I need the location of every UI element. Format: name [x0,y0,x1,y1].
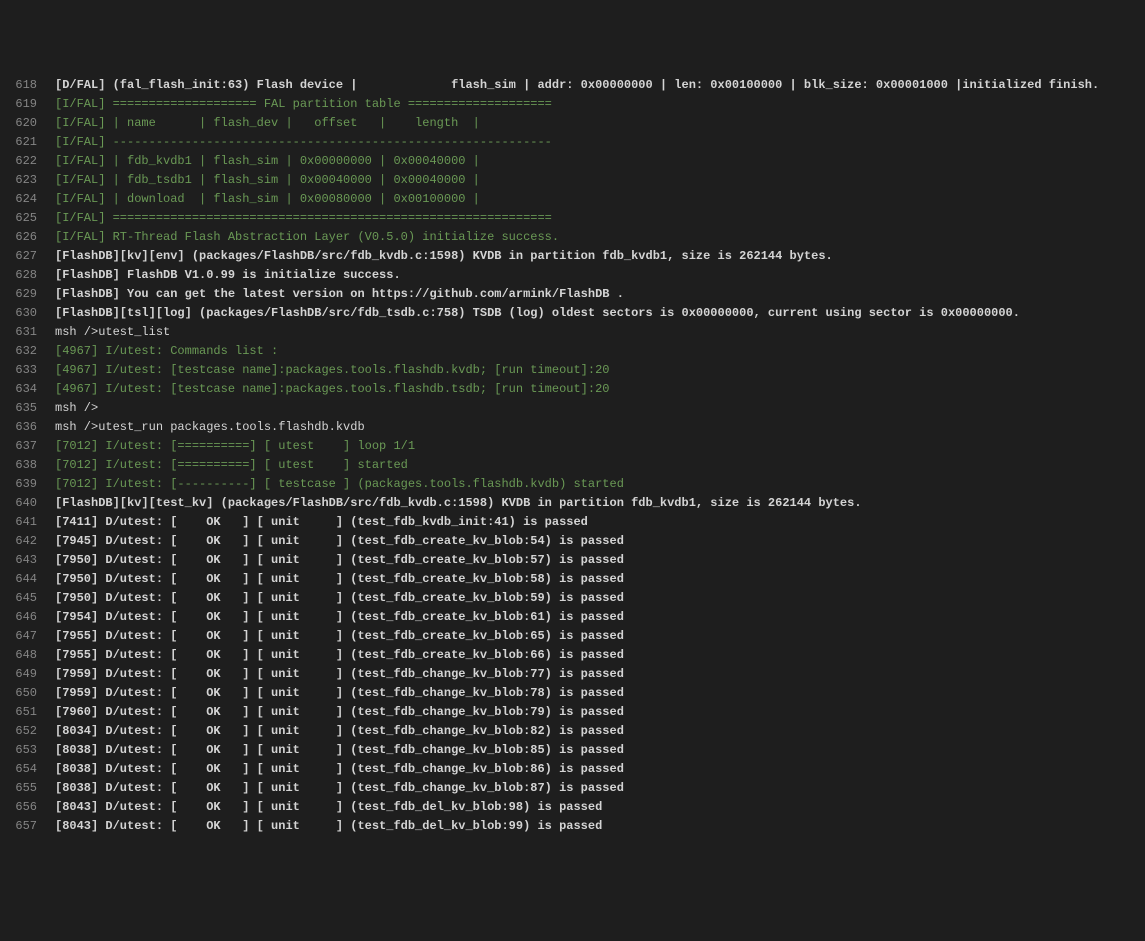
line-number: 635 [0,399,37,418]
code-line: [7012] I/utest: [----------] [ testcase … [55,475,1145,494]
code-content[interactable]: [D/FAL] (fal_flash_init:63) Flash device… [55,76,1145,846]
code-line: msh />utest_run packages.tools.flashdb.k… [55,418,1145,437]
code-line: [I/FAL] | fdb_tsdb1 | flash_sim | 0x0004… [55,171,1145,190]
code-editor[interactable]: 6186196206216226236246256266276286296306… [0,76,1145,846]
line-number: 638 [0,456,37,475]
code-line: [4967] I/utest: Commands list : [55,342,1145,361]
line-number: 644 [0,570,37,589]
line-number: 621 [0,133,37,152]
code-line: [8043] D/utest: [ OK ] [ unit ] (test_fd… [55,817,1145,836]
code-line: [I/FAL] ==================== FAL partiti… [55,95,1145,114]
code-line: msh />utest_list [55,323,1145,342]
code-line: [I/FAL] RT-Thread Flash Abstraction Laye… [55,228,1145,247]
code-line: [7950] D/utest: [ OK ] [ unit ] (test_fd… [55,551,1145,570]
code-line: [FlashDB][kv][test_kv] (packages/FlashDB… [55,494,1145,513]
code-line: msh /> [55,399,1145,418]
code-line: [FlashDB][kv][env] (packages/FlashDB/src… [55,247,1145,266]
line-number: 650 [0,684,37,703]
code-line: [8038] D/utest: [ OK ] [ unit ] (test_fd… [55,741,1145,760]
code-line: [8034] D/utest: [ OK ] [ unit ] (test_fd… [55,722,1145,741]
line-number: 630 [0,304,37,323]
code-line: [4967] I/utest: [testcase name]:packages… [55,380,1145,399]
code-line: [I/FAL] ================================… [55,209,1145,228]
line-number: 637 [0,437,37,456]
line-number: 652 [0,722,37,741]
line-number: 622 [0,152,37,171]
code-line: [7960] D/utest: [ OK ] [ unit ] (test_fd… [55,703,1145,722]
line-number: 649 [0,665,37,684]
line-number: 646 [0,608,37,627]
code-line: [FlashDB][tsl][log] (packages/FlashDB/sr… [55,304,1145,323]
line-number: 640 [0,494,37,513]
line-number: 634 [0,380,37,399]
code-line: [7959] D/utest: [ OK ] [ unit ] (test_fd… [55,684,1145,703]
code-line: [7950] D/utest: [ OK ] [ unit ] (test_fd… [55,589,1145,608]
line-number: 641 [0,513,37,532]
code-line: [I/FAL] --------------------------------… [55,133,1145,152]
line-number: 657 [0,817,37,836]
line-number: 648 [0,646,37,665]
line-number: 647 [0,627,37,646]
line-number: 656 [0,798,37,817]
code-line: [I/FAL] | fdb_kvdb1 | flash_sim | 0x0000… [55,152,1145,171]
line-number: 643 [0,551,37,570]
line-number: 623 [0,171,37,190]
line-number: 651 [0,703,37,722]
code-line: [8043] D/utest: [ OK ] [ unit ] (test_fd… [55,798,1145,817]
line-number-gutter: 6186196206216226236246256266276286296306… [0,76,55,846]
line-number: 653 [0,741,37,760]
line-number: 626 [0,228,37,247]
code-line: [4967] I/utest: [testcase name]:packages… [55,361,1145,380]
line-number: 629 [0,285,37,304]
code-line: [7411] D/utest: [ OK ] [ unit ] (test_fd… [55,513,1145,532]
line-number: 625 [0,209,37,228]
code-line: [7012] I/utest: [==========] [ utest ] s… [55,456,1145,475]
code-line: [7950] D/utest: [ OK ] [ unit ] (test_fd… [55,570,1145,589]
line-number: 631 [0,323,37,342]
code-line: [I/FAL] | name | flash_dev | offset | le… [55,114,1145,133]
code-line: [FlashDB] FlashDB V1.0.99 is initialize … [55,266,1145,285]
line-number: 655 [0,779,37,798]
code-line: [7945] D/utest: [ OK ] [ unit ] (test_fd… [55,532,1145,551]
line-number: 633 [0,361,37,380]
code-line: [7955] D/utest: [ OK ] [ unit ] (test_fd… [55,627,1145,646]
code-line: [FlashDB] You can get the latest version… [55,285,1145,304]
line-number: 627 [0,247,37,266]
code-line: [D/FAL] (fal_flash_init:63) Flash device… [55,76,1145,95]
line-number: 645 [0,589,37,608]
code-line: [I/FAL] | download | flash_sim | 0x00080… [55,190,1145,209]
code-line: [7012] I/utest: [==========] [ utest ] l… [55,437,1145,456]
code-line: [7955] D/utest: [ OK ] [ unit ] (test_fd… [55,646,1145,665]
line-number: 632 [0,342,37,361]
line-number: 642 [0,532,37,551]
line-number: 636 [0,418,37,437]
line-number: 620 [0,114,37,133]
code-line: [7954] D/utest: [ OK ] [ unit ] (test_fd… [55,608,1145,627]
line-number: 618 [0,76,37,95]
line-number: 619 [0,95,37,114]
line-number: 639 [0,475,37,494]
line-number: 624 [0,190,37,209]
line-number: 628 [0,266,37,285]
code-line: [8038] D/utest: [ OK ] [ unit ] (test_fd… [55,779,1145,798]
code-line: [7959] D/utest: [ OK ] [ unit ] (test_fd… [55,665,1145,684]
